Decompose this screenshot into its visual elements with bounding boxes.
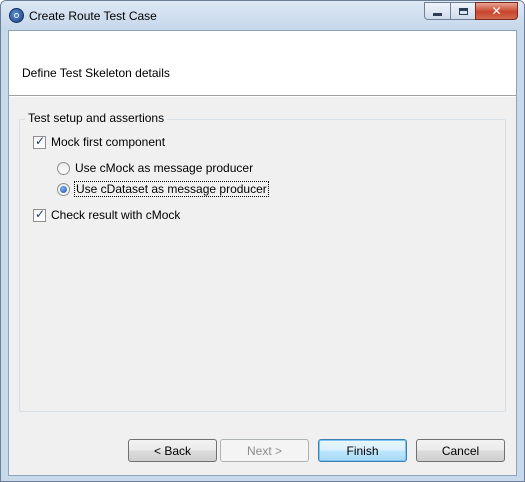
finish-button[interactable]: Finish (318, 439, 407, 462)
maximize-icon (458, 7, 468, 15)
checkbox-checked-icon: ✓ (33, 133, 46, 149)
radio-selected-icon (57, 182, 70, 196)
title-bar[interactable]: Create Route Test Case ✕ (1, 1, 524, 30)
check-result-checkbox[interactable]: ✓ Check result with cMock (33, 206, 181, 222)
check-result-label: Check result with cMock (51, 208, 181, 222)
radio-unselected-icon (57, 161, 70, 175)
mock-first-component-checkbox[interactable]: ✓ Mock first component (33, 133, 166, 149)
group-title: Test setup and assertions (25, 111, 168, 125)
radio-use-cdataset[interactable]: Use cDataset as message producer (57, 181, 269, 197)
wizard-header: Define Test Skeleton details (9, 31, 516, 95)
page-description: Define Test Skeleton details (22, 66, 170, 80)
radio-use-cmock-label: Use cMock as message producer (75, 161, 254, 175)
cancel-button[interactable]: Cancel (416, 439, 505, 462)
checkbox-checked-icon: ✓ (33, 206, 46, 222)
close-button[interactable]: ✕ (475, 2, 518, 20)
app-logo-icon (9, 8, 24, 23)
window-title: Create Route Test Case (29, 9, 157, 23)
header-divider (9, 95, 516, 97)
dialog-content: Define Test Skeleton details Test setup … (8, 30, 517, 476)
dialog-window: Create Route Test Case ✕ Define Test Ske… (0, 0, 525, 482)
radio-use-cmock[interactable]: Use cMock as message producer (57, 161, 253, 175)
window-controls: ✕ (424, 2, 518, 20)
radio-use-cdataset-label: Use cDataset as message producer (74, 181, 269, 197)
minimize-icon (433, 12, 442, 16)
back-button[interactable]: < Back (128, 439, 217, 462)
maximize-button[interactable] (450, 2, 475, 20)
next-button[interactable]: Next > (220, 439, 309, 462)
minimize-button[interactable] (424, 2, 450, 20)
close-icon: ✕ (491, 4, 502, 18)
mock-first-component-label: Mock first component (51, 135, 166, 149)
